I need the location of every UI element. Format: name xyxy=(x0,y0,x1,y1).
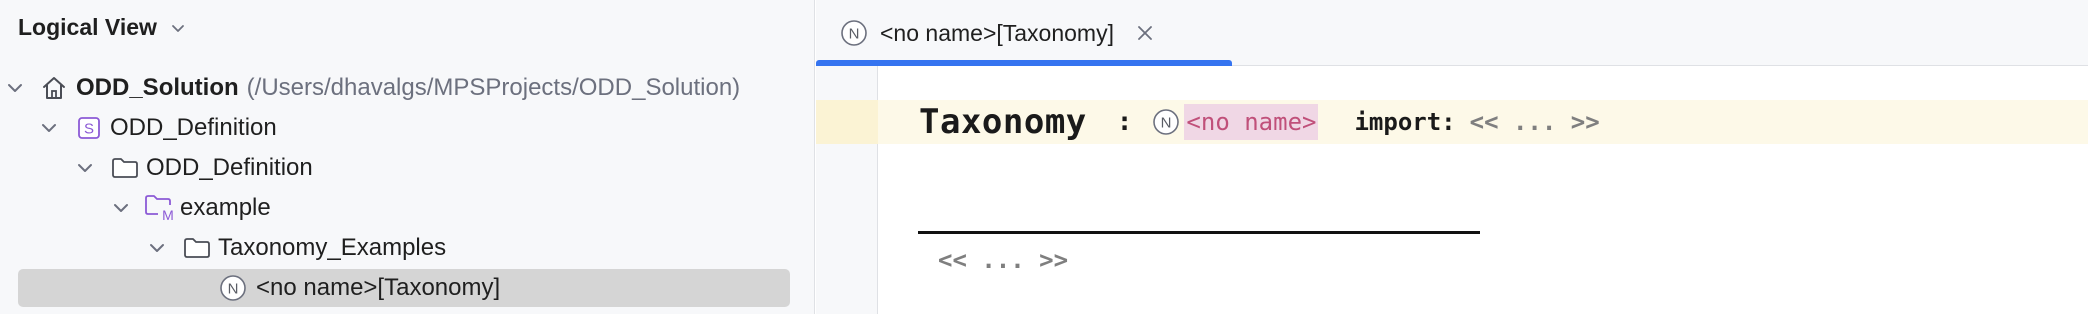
tree-item-label: ODD_Solution xyxy=(76,74,239,101)
close-icon[interactable] xyxy=(1136,24,1154,42)
active-tab-indicator xyxy=(816,60,1232,66)
taxonomy-header-line[interactable]: Taxonomy : N <no name> import: << ... >> xyxy=(919,100,1600,144)
tree-item-label: ODD_Definition xyxy=(146,154,313,181)
svg-text:N: N xyxy=(849,26,860,43)
chevron-down-icon[interactable] xyxy=(40,119,58,137)
model-folder-icon: M xyxy=(144,193,178,223)
editor-tab[interactable]: N <no name>[Taxonomy] xyxy=(816,0,1232,66)
tree-item-label: ODD_Definition xyxy=(110,114,277,141)
name-separator: : xyxy=(1116,107,1133,137)
chevron-down-icon[interactable] xyxy=(76,159,94,177)
import-placeholder-cell[interactable]: << ... >> xyxy=(1470,108,1600,136)
project-tree: ODD_Solution (/Users/dhavalgs/MPSProject… xyxy=(0,68,814,308)
body-placeholder-cell[interactable]: << ... >> xyxy=(938,242,1068,278)
tree-item-label: <no name>[Taxonomy] xyxy=(256,274,501,301)
name-input-cell[interactable]: <no name> xyxy=(1184,104,1319,140)
folder-icon xyxy=(110,155,140,181)
node-n-icon: N xyxy=(1152,108,1180,136)
svg-text:M: M xyxy=(162,207,174,223)
chevron-down-icon[interactable] xyxy=(6,79,24,97)
import-keyword: import: xyxy=(1354,108,1456,136)
editor-area: N <no name>[Taxonomy] Taxonomy : N <no n… xyxy=(816,0,2088,314)
section-divider xyxy=(918,231,1480,234)
tree-item-solution-definition[interactable]: S ODD_Definition xyxy=(0,108,814,148)
tree-item-folder-taxonomy-examples[interactable]: Taxonomy_Examples xyxy=(0,228,814,268)
tree-item-folder-definition[interactable]: ODD_Definition xyxy=(0,148,814,188)
tree-item-solution[interactable]: ODD_Solution (/Users/dhavalgs/MPSProject… xyxy=(0,68,814,108)
mps-window: Logical View ODD_Solution (/Users/dhaval… xyxy=(0,0,2088,314)
project-pane: Logical View ODD_Solution (/Users/dhaval… xyxy=(0,0,815,314)
svg-text:N: N xyxy=(1161,115,1172,132)
home-icon xyxy=(40,74,68,102)
editor-tab-label: <no name>[Taxonomy] xyxy=(880,19,1114,46)
view-selector-label[interactable]: Logical View xyxy=(18,14,157,41)
tree-item-model-example[interactable]: M example xyxy=(0,188,814,228)
project-pane-header: Logical View xyxy=(0,0,814,55)
node-n-icon: N xyxy=(218,273,248,303)
tree-item-path: (/Users/dhavalgs/MPSProjects/ODD_Solutio… xyxy=(246,74,741,101)
tree-item-node-taxonomy[interactable]: N <no name>[Taxonomy] xyxy=(0,268,814,308)
concept-alias[interactable]: Taxonomy xyxy=(919,102,1087,142)
tree-item-label: example xyxy=(180,194,271,221)
chevron-down-icon[interactable] xyxy=(148,239,166,257)
node-n-icon: N xyxy=(840,19,868,47)
chevron-down-icon[interactable] xyxy=(112,199,130,217)
folder-icon xyxy=(182,235,212,261)
svg-text:N: N xyxy=(228,281,239,298)
chevron-down-icon[interactable] xyxy=(169,19,187,37)
tree-item-label: Taxonomy_Examples xyxy=(218,234,447,261)
gutter-current-line xyxy=(816,100,878,144)
solution-s-icon: S xyxy=(76,115,102,141)
editor-tab-bar: N <no name>[Taxonomy] xyxy=(816,0,2088,66)
svg-text:S: S xyxy=(84,121,94,138)
